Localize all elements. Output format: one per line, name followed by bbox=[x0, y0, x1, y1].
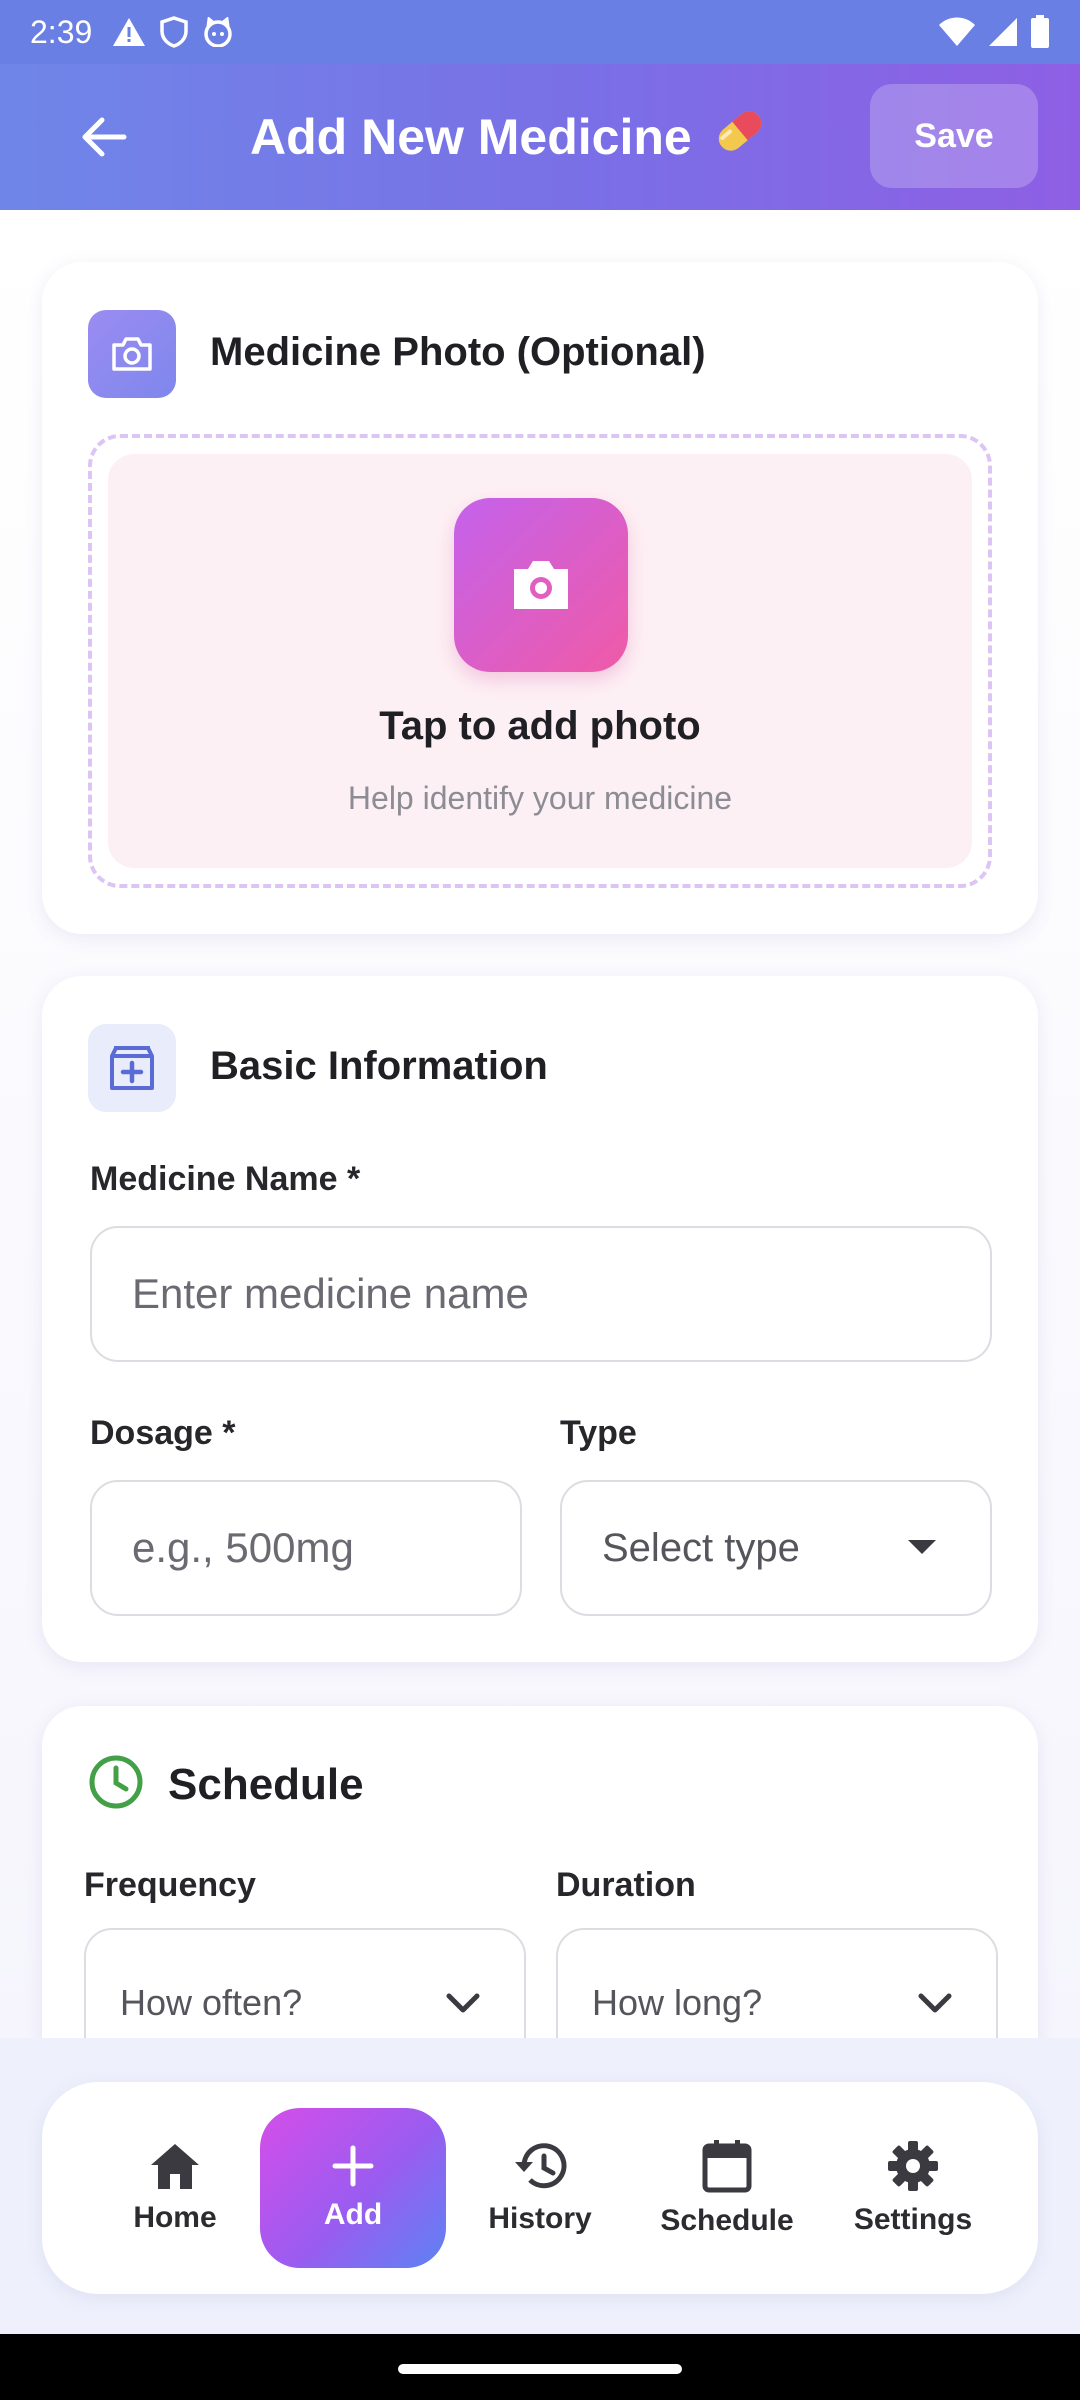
pill-icon bbox=[710, 103, 770, 171]
alert-icon bbox=[113, 18, 146, 46]
home-icon bbox=[151, 2144, 199, 2189]
add-photo-button[interactable] bbox=[454, 498, 628, 672]
history-icon bbox=[515, 2143, 567, 2189]
frequency-label: Frequency bbox=[84, 1866, 256, 1904]
shield-icon bbox=[160, 16, 189, 48]
nav-item-history[interactable]: History bbox=[447, 2108, 633, 2268]
photo-section-icon bbox=[88, 310, 176, 398]
nav-label-add: Add bbox=[323, 2198, 383, 2231]
dosage-input[interactable] bbox=[132, 1524, 520, 1572]
clock-icon bbox=[89, 1755, 143, 1809]
basic-info-card: Basic Information Medicine Name * Dosage… bbox=[42, 976, 1038, 1662]
nav-label-settings: Settings bbox=[853, 2203, 973, 2236]
nav-item-home[interactable]: Home bbox=[82, 2108, 268, 2268]
add-photo-title: Tap to add photo bbox=[379, 704, 701, 748]
calendar-icon bbox=[702, 2140, 752, 2193]
duration-label: Duration bbox=[556, 1866, 696, 1904]
photo-section-title: Medicine Photo (Optional) bbox=[210, 330, 706, 374]
type-select-value: Select type bbox=[602, 1525, 800, 1570]
app-header: Add New Medicine Save bbox=[0, 64, 1080, 210]
camera-icon bbox=[514, 561, 568, 609]
medicine-name-input[interactable] bbox=[132, 1270, 990, 1318]
photo-dropzone-inner[interactable]: Tap to add photo Help identify your medi… bbox=[108, 454, 972, 868]
photo-dropzone[interactable]: Tap to add photo Help identify your medi… bbox=[88, 434, 992, 888]
nav-label-schedule: Schedule bbox=[660, 2204, 794, 2237]
gesture-bar bbox=[0, 2334, 1080, 2400]
chevron-down-icon bbox=[446, 1993, 480, 2013]
arrow-left-icon bbox=[82, 117, 127, 157]
page-title-text: Add New Medicine bbox=[250, 109, 692, 165]
nav-label-history: History bbox=[488, 2202, 592, 2235]
dosage-field[interactable] bbox=[90, 1480, 522, 1616]
chevron-down-icon bbox=[918, 1993, 952, 2013]
add-photo-subtitle: Help identify your medicine bbox=[347, 780, 733, 816]
dosage-label: Dosage * bbox=[90, 1414, 236, 1452]
type-label: Type bbox=[560, 1414, 637, 1452]
medicine-name-field[interactable] bbox=[90, 1226, 992, 1362]
schedule-section-title: Schedule bbox=[168, 1760, 364, 1809]
battery-icon bbox=[1031, 15, 1049, 48]
frequency-select-value: How often? bbox=[120, 1982, 303, 2023]
nav-item-settings[interactable]: Settings bbox=[820, 2108, 1006, 2268]
nav-label-home: Home bbox=[133, 2201, 217, 2234]
signal-icon bbox=[989, 18, 1017, 46]
caret-down-icon bbox=[908, 1540, 936, 1554]
camera-icon bbox=[112, 337, 152, 371]
page-title: Add New Medicine bbox=[250, 104, 810, 170]
status-time: 2:39 bbox=[30, 13, 93, 50]
bottom-nav: Home Add History Schedule Settings bbox=[42, 2082, 1038, 2294]
type-select[interactable]: Select type bbox=[560, 1480, 992, 1616]
photo-card: Medicine Photo (Optional) Tap to add pho… bbox=[42, 262, 1038, 934]
home-indicator[interactable] bbox=[398, 2364, 682, 2374]
medical-kit-icon bbox=[110, 1046, 154, 1090]
basic-section-icon bbox=[88, 1024, 176, 1112]
cat-face-icon bbox=[204, 17, 233, 47]
medicine-name-label: Medicine Name * bbox=[90, 1160, 361, 1198]
nav-item-schedule[interactable]: Schedule bbox=[634, 2108, 820, 2268]
duration-select-value: How long? bbox=[592, 1982, 763, 2023]
gear-icon bbox=[888, 2141, 938, 2191]
wifi-icon bbox=[939, 17, 975, 46]
back-button[interactable] bbox=[68, 104, 140, 170]
save-button[interactable]: Save bbox=[870, 84, 1038, 188]
basic-section-title: Basic Information bbox=[210, 1044, 548, 1088]
status-bar: 2:39 bbox=[0, 0, 1080, 64]
nav-item-add[interactable]: Add bbox=[260, 2108, 446, 2268]
plus-icon bbox=[332, 2145, 374, 2187]
